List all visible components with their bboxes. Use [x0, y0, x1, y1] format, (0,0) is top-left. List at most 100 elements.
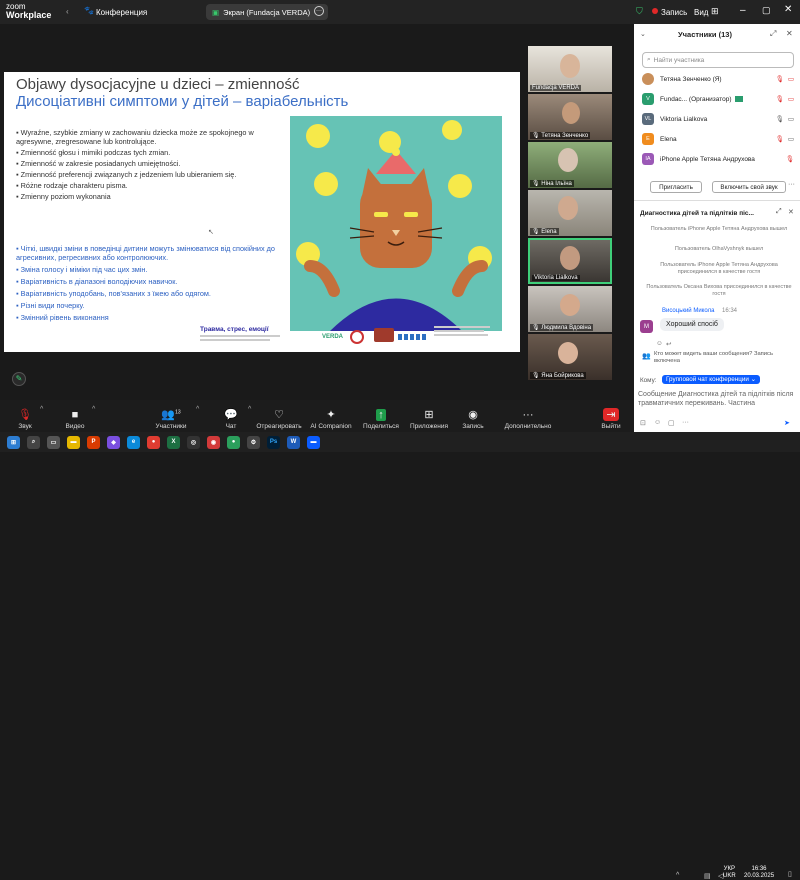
video-tile-5[interactable]: 🎙 Людмила Вдовіна [528, 286, 612, 332]
bullet-ua-4: ▪ Різні види почерку. [16, 301, 85, 310]
video-off-icon[interactable]: ▭ [788, 75, 794, 83]
tile-name: Fundacja VERDA [530, 85, 582, 91]
avatar: M [640, 320, 653, 333]
chevron-left-icon[interactable]: ‹ [66, 7, 69, 16]
visibility-note[interactable]: Кто может видеть ваши сообщения? Запись … [654, 351, 794, 365]
more-icon[interactable]: ··· [314, 6, 324, 16]
task-view-icon[interactable]: ▭ [47, 435, 60, 449]
video-tile-2[interactable]: 🎙 Ніна Ільїна [528, 142, 612, 188]
video-tile-0[interactable]: Fundacja VERDA [528, 46, 612, 92]
view-button[interactable]: Вид [694, 8, 708, 17]
edge-icon[interactable]: e [127, 435, 140, 449]
chevron-up-icon[interactable]: ^ [40, 406, 43, 413]
mic-icon[interactable]: 🎙 [776, 115, 784, 123]
bullet-pl-4: ▪ Różne rodzaje charakteru pisma. [16, 181, 128, 190]
photoshop-icon[interactable]: Ps [267, 435, 280, 449]
notification-icon[interactable]: ▯ [788, 870, 792, 878]
clock[interactable]: 16:36 20.03.2025 [744, 866, 774, 880]
app-icon[interactable]: ◎ [187, 435, 200, 449]
ai-companion-button[interactable]: ✦ AI Companion [306, 402, 356, 430]
video-icon[interactable]: ▭ [788, 135, 794, 143]
bullet-ua-5: ▪ Змінний рівень виконання [16, 313, 109, 322]
app-icon[interactable]: ● [227, 435, 240, 449]
emoji-icon[interactable]: ☺ [654, 419, 661, 426]
copilot-icon[interactable]: ◆ [107, 435, 120, 449]
conference-label[interactable]: Конференция [96, 8, 147, 17]
bullet-list-pl: ▪ Wyraźne, szybkie zmiany w zachowaniu d… [16, 128, 284, 201]
bullet-pl-0: ▪ Wyraźne, szybkie zmiany w zachowaniu d… [16, 128, 254, 146]
more-icon[interactable]: ··· [682, 419, 689, 426]
file-icon[interactable]: ▢ [668, 419, 675, 427]
send-icon[interactable]: ➤ [784, 419, 790, 427]
mic-muted-icon[interactable]: 🎙 [776, 95, 784, 103]
video-off-icon[interactable]: ▭ [788, 95, 794, 103]
chat-message-input[interactable]: Сообщение Диагностика дітей та підлітків… [638, 390, 796, 408]
participants-title: Участники (13) [678, 30, 732, 39]
record-button[interactable]: ◉ Запись [450, 402, 496, 430]
participant-row[interactable]: IA iPhone Apple Тетяна Андрухова 🎙 [642, 150, 794, 168]
file-explorer-icon[interactable]: ▬ [67, 435, 80, 449]
popout-icon[interactable]: ⤢ [770, 29, 776, 39]
mic-muted-icon[interactable]: 🎙 [776, 75, 784, 83]
search-icon[interactable]: ⌕ [27, 435, 40, 449]
close-chat-icon[interactable]: ✕ [788, 208, 794, 216]
react-button[interactable]: ♡ Отреагировать [256, 402, 302, 430]
format-icon[interactable]: ⊡ [640, 419, 646, 427]
minimize-icon[interactable]: – [740, 5, 746, 16]
language-indicator[interactable]: УКР UKR [723, 866, 736, 880]
shield-icon[interactable]: ⛉ [636, 6, 643, 17]
mic-muted-icon[interactable]: 🎙 [776, 135, 784, 143]
close-icon[interactable]: ✕ [784, 4, 792, 15]
apps-icon: ⊞ [424, 409, 434, 421]
chevron-up-icon[interactable]: ^ [196, 406, 199, 413]
chevron-up-icon[interactable]: ^ [248, 406, 251, 413]
word-icon[interactable]: W [287, 435, 300, 449]
more-button[interactable]: ··· Дополнительно [500, 402, 556, 430]
chevron-up-icon[interactable]: ^ [676, 872, 679, 879]
video-camera-icon: ■ [71, 409, 79, 421]
participant-row[interactable]: Тетяна Зенченко (Я) 🎙 ▭ [642, 70, 794, 88]
reply-icon[interactable]: ↩ [666, 340, 671, 348]
chrome-icon[interactable]: ◉ [207, 435, 220, 449]
settings-icon[interactable]: ⚙ [247, 435, 260, 449]
video-tile-4-active-speaker[interactable]: Viktoria Lialkova [528, 238, 612, 284]
emoji-reaction-icon[interactable]: ☺ [656, 340, 663, 347]
bullet-ua-2: ▪ Варіативність в діапазоні володіючих н… [16, 277, 178, 286]
close-panel-icon[interactable]: ✕ [786, 29, 793, 38]
unmute-self-button[interactable]: Включить свой звук [712, 181, 786, 193]
annotate-icon[interactable]: ✎ [12, 372, 26, 386]
video-tile-1[interactable]: 🎙 Тетяна Зенченко [528, 94, 612, 140]
search-participant-input[interactable]: ⌕ Найти участника [642, 52, 794, 68]
participants-button[interactable]: 👥13 Участники [148, 402, 194, 430]
app-icon[interactable]: ● [147, 435, 160, 449]
chevron-down-icon[interactable]: ⌄ [640, 30, 646, 38]
more-options-icon[interactable]: ··· [788, 181, 795, 188]
screen-share-pill[interactable]: ▣ Экран (Fundacja VERDA) ··· [206, 4, 328, 20]
participant-row[interactable]: E Elena 🎙 ▭ [642, 130, 794, 148]
zoom-taskbar-icon[interactable]: ▬ [307, 435, 320, 449]
maximize-icon[interactable]: ▢ [762, 5, 771, 16]
mic-muted-icon[interactable]: 🎙 [786, 155, 794, 163]
verda-logo: VERDA [322, 334, 344, 340]
avatar: E [642, 133, 654, 145]
sparkle-icon: ✦ [326, 409, 336, 421]
video-tile-6[interactable]: 🎙 Яна Бойрикова [528, 334, 612, 380]
windows-start-icon[interactable]: ⊞ [7, 435, 20, 449]
invite-button[interactable]: Пригласить [650, 181, 702, 193]
leave-button[interactable]: ⇥ Выйти [588, 402, 634, 430]
popout-icon[interactable]: ⤢ [776, 208, 782, 216]
network-icon[interactable]: ▤ [704, 872, 711, 880]
video-icon[interactable]: ▭ [788, 115, 794, 123]
chat-recipient-select[interactable]: Групповой чат конференции ⌄ [662, 375, 760, 384]
participant-row[interactable]: VL Viktoria Lialkova 🎙 ▭ [642, 110, 794, 128]
powerpoint-icon[interactable]: P [87, 435, 100, 449]
excel-icon[interactable]: X [167, 435, 180, 449]
people-icon: 👥13 [161, 409, 181, 421]
grid-icon[interactable]: ⊞ [711, 6, 719, 17]
apps-button[interactable]: ⊞ Приложения [406, 402, 452, 430]
chevron-up-icon[interactable]: ^ [92, 406, 95, 413]
share-button[interactable]: ↑ Поделиться [358, 402, 404, 430]
video-tile-3[interactable]: 🎙 Elena [528, 190, 612, 236]
recording-label[interactable]: Запись [661, 8, 687, 17]
participant-row[interactable]: V Fundac... (Организатор) 🎙 ▭ [642, 90, 794, 108]
